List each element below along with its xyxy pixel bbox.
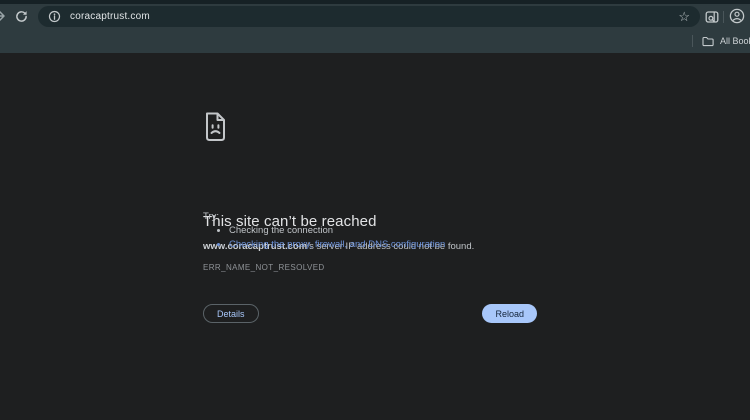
browser-window: coracaptrust.com ☆ All Bookmarks (0, 0, 750, 420)
folder-icon (702, 36, 714, 47)
error-page: This site can’t be reached www.coracaptr… (0, 53, 750, 420)
forward-arrow-icon[interactable] (0, 9, 6, 23)
suggestion-proxy-firewall-dns-link[interactable]: Checking the proxy, firewall, and DNS co… (229, 238, 445, 252)
address-bar[interactable]: coracaptrust.com ☆ (38, 6, 700, 27)
reload-button[interactable]: Reload (482, 304, 537, 323)
reload-icon[interactable] (15, 10, 28, 23)
browser-toolbar: coracaptrust.com ☆ (0, 4, 750, 29)
url-text: coracaptrust.com (70, 11, 150, 22)
all-bookmarks-label: All Bookmarks (720, 36, 750, 46)
site-info-icon[interactable] (48, 10, 61, 23)
sad-document-icon (203, 112, 228, 142)
bookmark-star-icon[interactable]: ☆ (678, 10, 690, 23)
details-button[interactable]: Details (203, 304, 259, 323)
error-code: ERR_NAME_NOT_RESOLVED (203, 263, 325, 272)
toolbar-divider (723, 11, 724, 23)
bookmarks-bar: All Bookmarks (0, 29, 750, 53)
suggestions-list: Checking the connection Checking the pro… (203, 224, 445, 252)
suggestion-check-connection: Checking the connection (229, 224, 445, 238)
all-bookmarks-button[interactable]: All Bookmarks (692, 29, 750, 53)
profile-avatar-icon[interactable] (729, 8, 745, 24)
side-panel-icon[interactable] (705, 10, 719, 24)
bookmarks-divider (692, 35, 693, 47)
try-label: Try: (203, 211, 219, 222)
